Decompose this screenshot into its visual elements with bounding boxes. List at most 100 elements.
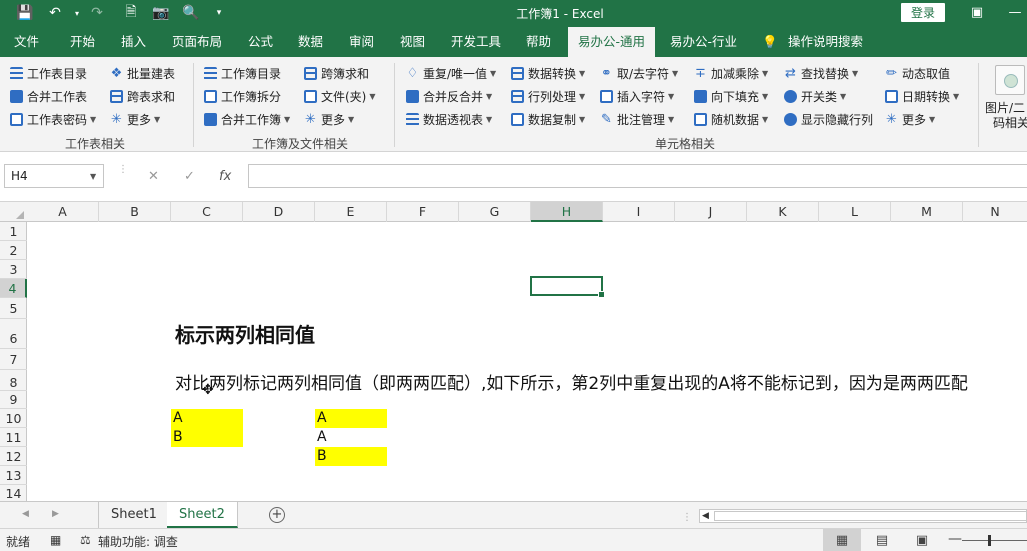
column-header[interactable]: K xyxy=(747,202,819,222)
row-header[interactable]: 11 xyxy=(0,428,27,447)
column-header[interactable]: C xyxy=(171,202,243,222)
formula-input[interactable] xyxy=(248,164,1027,188)
save-icon[interactable]: 💾 xyxy=(14,3,36,23)
tab-insert[interactable]: 插入 xyxy=(121,27,146,57)
insert-chars-button[interactable]: 插入字符 ▼ xyxy=(600,86,674,106)
split-workbook-button[interactable]: 工作簿拆分 xyxy=(204,86,281,106)
row-header[interactable]: 12 xyxy=(0,447,27,466)
horizontal-scrollbar[interactable]: ◀ xyxy=(699,509,1027,523)
prev-sheet-icon[interactable]: ◀ xyxy=(22,509,29,519)
add-sheet-icon[interactable]: + xyxy=(269,507,285,523)
normal-view-icon[interactable]: ▦ xyxy=(823,529,861,551)
macro-record-icon[interactable]: ▦ xyxy=(50,533,61,547)
next-sheet-icon[interactable]: ▶ xyxy=(52,509,59,519)
column-header[interactable]: D xyxy=(243,202,315,222)
accessibility-icon[interactable]: ⚖ xyxy=(80,533,91,547)
row-header[interactable]: 9 xyxy=(0,391,27,409)
cell-e11[interactable]: A xyxy=(315,428,387,447)
name-box[interactable]: H4 xyxy=(4,164,104,188)
sheet-tab-sheet2[interactable]: Sheet2 xyxy=(167,502,238,528)
cancel-icon[interactable]: ✕ xyxy=(148,169,159,184)
group2-more-button[interactable]: ✳ 更多 ▼ xyxy=(304,109,354,129)
page-break-view-icon[interactable]: ▣ xyxy=(903,529,941,551)
column-header[interactable]: N xyxy=(963,202,1027,222)
merge-workbooks-button[interactable]: 合并工作簿 ▼ xyxy=(204,109,290,129)
scrollbar-thumb[interactable] xyxy=(714,511,1027,521)
camera-icon[interactable]: 📷 xyxy=(150,3,172,23)
merge-unmerge-button[interactable]: 合并反合并 ▼ xyxy=(406,86,492,106)
cell-e10[interactable]: A xyxy=(315,409,387,428)
tab-home[interactable]: 开始 xyxy=(70,27,95,57)
column-header[interactable]: G xyxy=(459,202,531,222)
row-header[interactable]: 5 xyxy=(0,298,27,319)
row-header[interactable]: 14 xyxy=(0,485,27,501)
row-header[interactable]: 10 xyxy=(0,409,27,428)
toggle-class-button[interactable]: 开关类 ▼ xyxy=(784,86,846,106)
tell-me-search[interactable]: 操作说明搜索 xyxy=(788,27,863,57)
ribbon-display-icon[interactable]: ▣ xyxy=(962,2,992,22)
accessibility-status[interactable]: 辅助功能: 调查 xyxy=(98,533,178,550)
row-header[interactable]: 7 xyxy=(0,349,27,370)
tab-review[interactable]: 审阅 xyxy=(349,27,374,57)
cross-workbook-sum-button[interactable]: 跨簿求和 xyxy=(304,63,369,83)
comment-manage-button[interactable]: ✎ 批注管理 ▼ xyxy=(600,109,674,129)
cell-c11[interactable]: B xyxy=(171,428,243,447)
workbook-directory-button[interactable]: 工作簿目录 xyxy=(204,63,281,83)
resize-handle[interactable]: ⋮ xyxy=(118,165,128,175)
sheet-tab-sheet1[interactable]: Sheet1 xyxy=(98,502,170,528)
extract-remove-chars-button[interactable]: ⚭ 取/去字符 ▼ xyxy=(600,63,678,83)
row-header[interactable]: 2 xyxy=(0,241,27,260)
tab-yibangong-industry[interactable]: 易办公-行业 xyxy=(670,27,737,57)
sheet-password-button[interactable]: 工作表密码 ▼ xyxy=(10,109,96,129)
column-header-selected[interactable]: H xyxy=(531,202,603,222)
zoom-out-icon[interactable]: — xyxy=(948,531,962,547)
login-button[interactable]: 登录 xyxy=(901,3,945,22)
image-qrcode-button[interactable]: 图片/二 码相关 xyxy=(983,61,1027,131)
column-header[interactable]: B xyxy=(99,202,171,222)
column-header[interactable]: A xyxy=(27,202,99,222)
row-header[interactable]: 1 xyxy=(0,222,27,241)
data-copy-button[interactable]: 数据复制 ▼ xyxy=(511,109,585,129)
fill-down-button[interactable]: 向下填充 ▼ xyxy=(694,86,768,106)
select-all-corner[interactable] xyxy=(0,202,27,222)
cell-c10[interactable]: A xyxy=(171,409,243,428)
page-layout-view-icon[interactable]: ▤ xyxy=(863,529,901,551)
cross-sheet-sum-button[interactable]: 跨表求和 xyxy=(110,86,175,106)
cell-e12[interactable]: B xyxy=(315,447,387,466)
find-replace-button[interactable]: ⇄ 查找替换 ▼ xyxy=(784,63,858,83)
column-header[interactable]: I xyxy=(603,202,675,222)
row-col-process-button[interactable]: 行列处理 ▼ xyxy=(511,86,585,106)
customize-toolbar-icon[interactable]: ▾ xyxy=(208,3,230,23)
enter-icon[interactable]: ✓ xyxy=(184,169,195,184)
new-file-icon[interactable]: 🗎 xyxy=(120,3,142,23)
tab-yibangong-general[interactable]: 易办公-通用 xyxy=(568,27,656,58)
arithmetic-button[interactable]: ∓ 加减乘除 ▼ xyxy=(694,63,768,83)
tab-developer[interactable]: 开发工具 xyxy=(451,27,501,57)
file-folder-button[interactable]: 文件(夹) ▼ xyxy=(304,86,376,106)
insert-function-icon[interactable]: fx xyxy=(219,169,231,184)
tab-split-handle[interactable]: ⋮ xyxy=(682,512,692,523)
data-convert-button[interactable]: 数据转换 ▼ xyxy=(511,63,585,83)
redo-icon[interactable]: ↷ xyxy=(86,3,108,23)
tab-file[interactable]: 文件 xyxy=(14,27,39,57)
row-header[interactable]: 13 xyxy=(0,466,27,485)
zoom-slider-thumb[interactable] xyxy=(988,535,991,546)
tab-data[interactable]: 数据 xyxy=(298,27,323,57)
column-header[interactable]: F xyxy=(387,202,459,222)
row-header[interactable]: 3 xyxy=(0,260,27,279)
row-header[interactable]: 8 xyxy=(0,370,27,391)
print-preview-icon[interactable]: 🔍 xyxy=(180,3,202,23)
column-header[interactable]: J xyxy=(675,202,747,222)
undo-icon[interactable]: ↶ xyxy=(44,3,66,23)
date-convert-button[interactable]: 日期转换 ▼ xyxy=(885,86,959,106)
active-cell-h4[interactable] xyxy=(530,276,605,298)
chevron-down-icon[interactable]: ▼ xyxy=(90,172,96,181)
column-header[interactable]: M xyxy=(891,202,963,222)
worksheet-grid[interactable]: 标示两列相同值 对比两列标记两列相同值（即两两匹配）,如下所示，第2列中重复出现… xyxy=(27,222,1027,501)
tab-formulas[interactable]: 公式 xyxy=(248,27,273,57)
duplicate-unique-button[interactable]: ♢ 重复/唯一值 ▼ xyxy=(406,63,497,83)
minimize-icon[interactable]: — xyxy=(1000,2,1027,22)
tab-page-layout[interactable]: 页面布局 xyxy=(172,27,222,57)
undo-dropdown-icon[interactable]: ▾ xyxy=(66,3,88,23)
batch-create-sheets-button[interactable]: ❖ 批量建表 xyxy=(110,63,175,83)
